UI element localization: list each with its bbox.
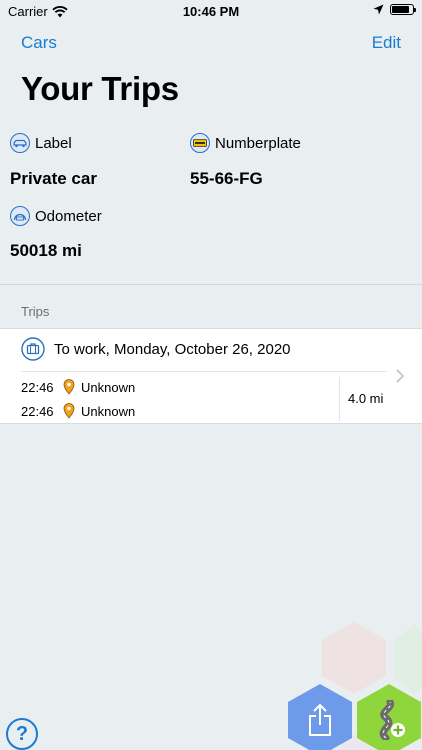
share-icon: [309, 703, 331, 736]
help-button[interactable]: ?: [6, 718, 38, 750]
status-right: [373, 4, 416, 15]
trips-section-header: Trips: [21, 304, 50, 319]
trip-vertical-separator: [339, 377, 340, 421]
page-title: Your Trips: [21, 70, 179, 107]
share-button[interactable]: [288, 684, 352, 750]
odometer-icon: [10, 206, 30, 226]
car-icon: [10, 133, 30, 153]
trip-distance: 4.0 mi: [348, 391, 384, 406]
trip-title: To work, Monday, October 26, 2020: [54, 340, 291, 358]
label-value: Private car: [10, 169, 97, 188]
trip-inner-separator: [21, 371, 387, 372]
info-separator: [0, 284, 422, 285]
label-caption-text: Label: [35, 134, 72, 152]
label-caption: Label: [10, 133, 72, 153]
odometer-caption: Odometer: [10, 206, 102, 226]
numberplate-caption-text: Numberplate: [215, 134, 301, 152]
trip-end-time: 22:46: [21, 403, 54, 419]
numberplate-caption: Numberplate: [190, 133, 301, 153]
location-pin-icon: [63, 379, 75, 395]
back-to-cars-button[interactable]: Cars: [21, 33, 57, 53]
decorative-hexagon: [394, 624, 422, 694]
license-plate-icon: [190, 133, 210, 153]
chevron-right-icon: [396, 369, 404, 383]
status-bar: Carrier 10:46 PM: [0, 0, 422, 24]
trip-start-location: Unknown: [81, 379, 136, 395]
add-trip-icon: [379, 700, 405, 740]
trip-end-location: Unknown: [81, 403, 136, 419]
edit-button[interactable]: Edit: [372, 33, 401, 53]
odometer-caption-text: Odometer: [35, 207, 102, 225]
battery-icon: [390, 4, 416, 15]
briefcase-icon: [21, 337, 45, 361]
trip-start-time: 22:46: [21, 379, 54, 395]
location-pin-icon: [63, 403, 75, 419]
trip-title-row: To work, Monday, October 26, 2020: [21, 337, 291, 361]
numberplate-value: 55-66-FG: [190, 169, 263, 188]
trip-start-row: 22:46 Unknown: [21, 379, 135, 395]
trip-row[interactable]: To work, Monday, October 26, 2020 22:46 …: [0, 328, 422, 424]
location-arrow-icon: [373, 4, 384, 15]
trip-end-row: 22:46 Unknown: [21, 403, 135, 419]
decorative-hexagon: [322, 622, 386, 694]
status-time: 10:46 PM: [182, 4, 240, 19]
odometer-value: 50018 mi: [10, 241, 82, 260]
add-trip-button[interactable]: [357, 684, 421, 750]
